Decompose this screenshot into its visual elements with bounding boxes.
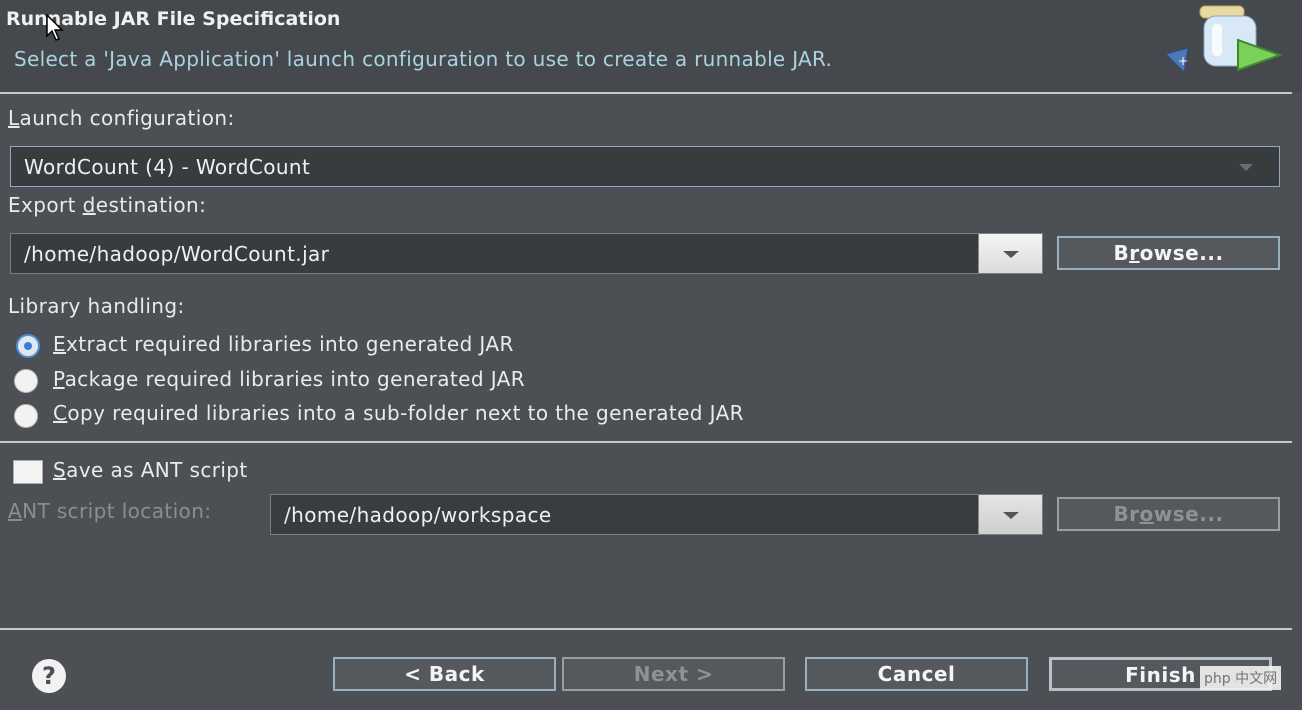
help-icon[interactable]: ? [32, 659, 66, 693]
header-divider [0, 92, 1292, 94]
cancel-button[interactable]: Cancel [805, 657, 1028, 691]
radio-copy-libraries[interactable] [14, 404, 38, 428]
radio-copy-label[interactable]: Copy required libraries into a sub-folde… [53, 401, 744, 425]
page-description: Select a 'Java Application' launch confi… [14, 47, 833, 71]
svg-text:+: + [1178, 54, 1188, 68]
radio-package-label[interactable]: Package required libraries into generate… [53, 367, 525, 391]
save-ant-script-checkbox[interactable] [13, 460, 43, 484]
launch-config-label: Launch configuration: [8, 106, 235, 130]
next-button[interactable]: Next > [562, 657, 785, 691]
radio-extract-label[interactable]: Extract required libraries into generate… [53, 332, 514, 356]
radio-package-libraries[interactable] [14, 369, 38, 393]
jar-export-icon: + [1165, 5, 1283, 74]
save-ant-script-label[interactable]: Save as ANT script [53, 458, 248, 482]
radio-extract-libraries[interactable] [16, 334, 40, 358]
ant-browse-button[interactable]: Browse... [1057, 497, 1280, 531]
export-destination-label: Export destination: [8, 193, 207, 217]
export-browse-button[interactable]: Browse... [1057, 236, 1280, 270]
ant-location-value: /home/hadoop/workspace [284, 503, 552, 527]
section-divider [0, 441, 1292, 443]
library-handling-label: Library handling: [8, 294, 185, 318]
export-destination-dropdown-button[interactable] [978, 234, 1042, 273]
launch-config-select[interactable]: WordCount (4) - WordCount [10, 146, 1280, 187]
export-destination-combo[interactable]: /home/hadoop/WordCount.jar [10, 233, 1043, 274]
footer-divider [0, 628, 1292, 630]
chevron-down-icon [1239, 164, 1253, 171]
watermark: php 中文网 [1200, 666, 1282, 690]
launch-config-value: WordCount (4) - WordCount [24, 155, 311, 179]
back-button[interactable]: < Back [333, 657, 556, 691]
mouse-cursor-icon [46, 14, 64, 41]
ant-location-label: ANT script location: [8, 499, 212, 523]
ant-location-dropdown-button[interactable] [978, 495, 1042, 534]
export-destination-value: /home/hadoop/WordCount.jar [24, 242, 330, 266]
ant-location-combo[interactable]: /home/hadoop/workspace [270, 494, 1043, 535]
